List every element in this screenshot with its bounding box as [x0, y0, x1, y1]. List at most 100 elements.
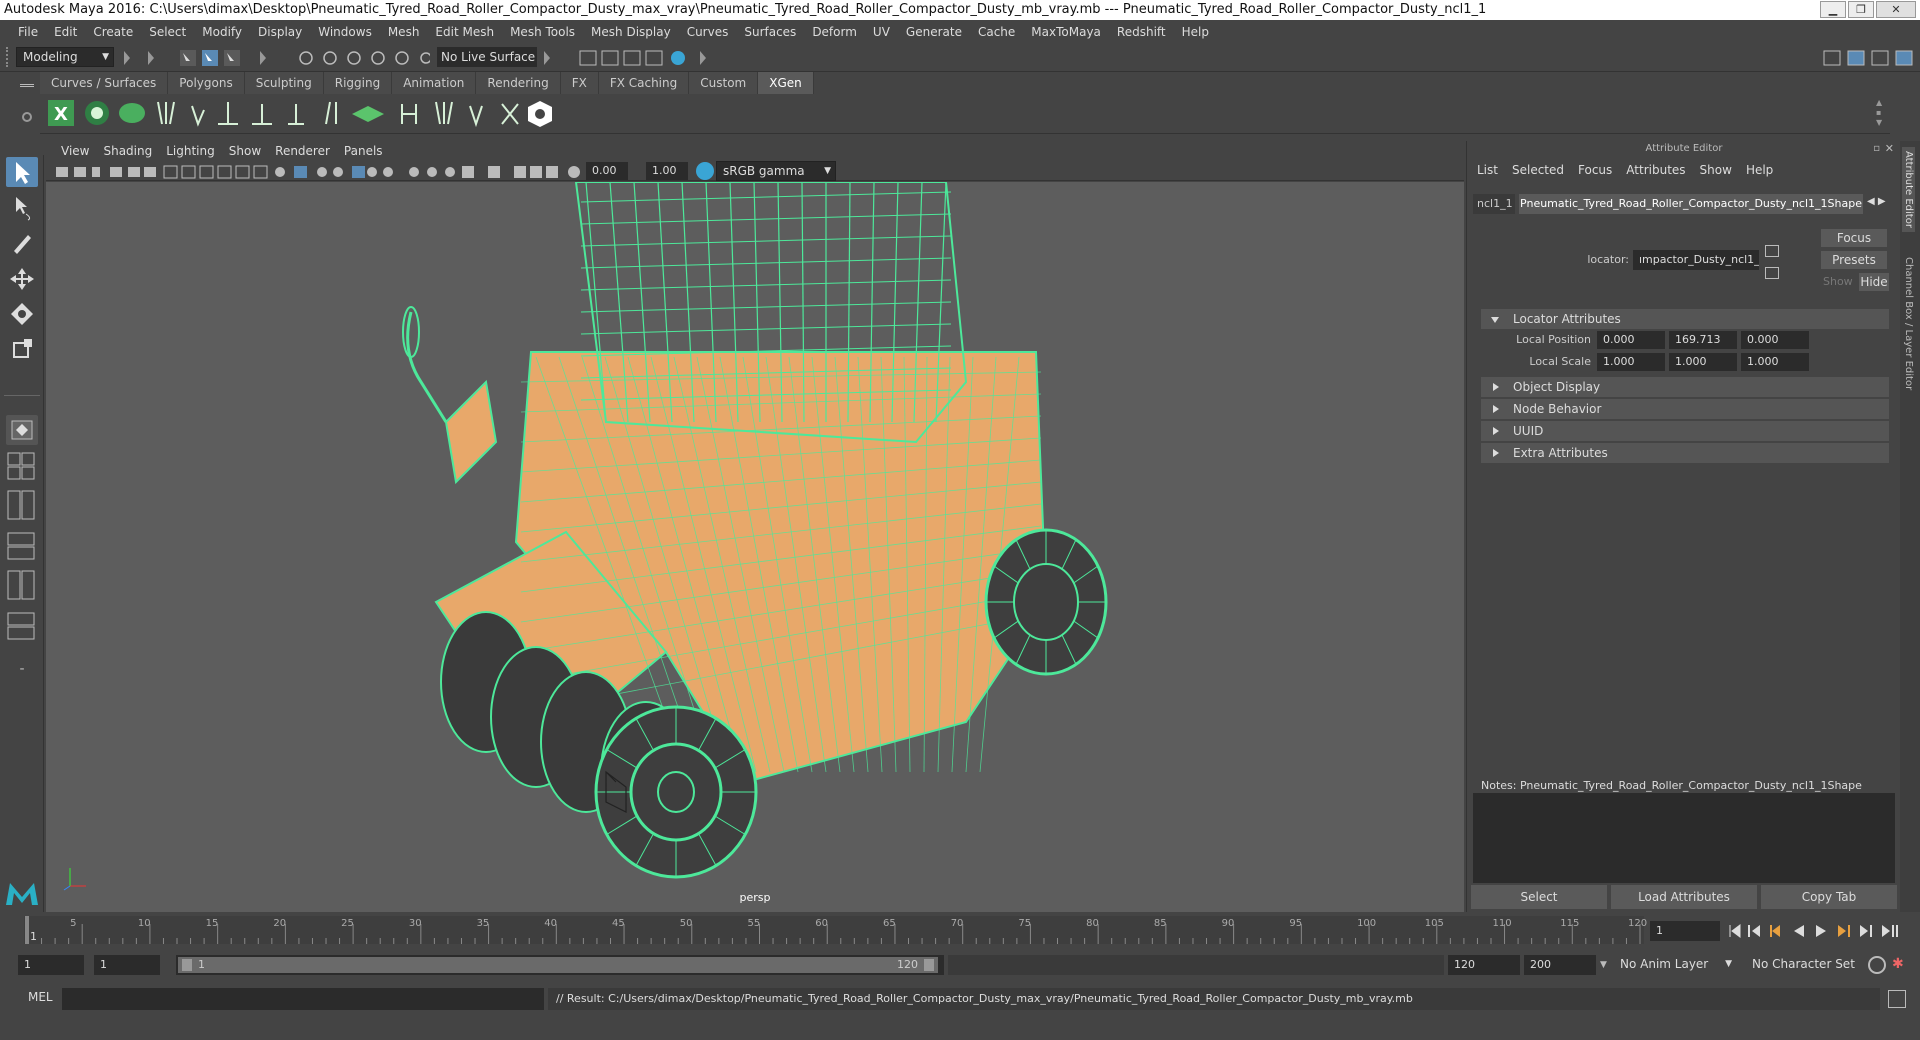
range-slider-handle[interactable]: 1 120 — [178, 957, 938, 973]
menu-mesh-display[interactable]: Mesh Display — [583, 25, 679, 39]
current-frame-field[interactable]: 1 — [1650, 921, 1720, 941]
ae-menu-focus[interactable]: Focus — [1574, 163, 1622, 177]
script-language-toggle[interactable]: MEL — [28, 990, 53, 1004]
local-position-z[interactable]: 0.000 — [1741, 331, 1809, 349]
hide-button[interactable]: Hide — [1859, 273, 1889, 291]
menu-icon[interactable] — [20, 84, 34, 87]
viewport-menu-panels[interactable]: Panels — [337, 141, 390, 161]
menu-select[interactable]: Select — [141, 25, 194, 39]
node-behavior-section[interactable]: Node Behavior — [1481, 399, 1889, 419]
time-slider[interactable]: 1 5 10 15 20 25 30 35 40 45 50 55 60 65 70 75 80 85 90 95 10… — [0, 912, 1920, 948]
copy-tab-button[interactable]: Copy Tab — [1761, 885, 1897, 909]
select-tool-icon[interactable] — [6, 157, 38, 187]
ae-menu-help[interactable]: Help — [1742, 163, 1783, 177]
shelf-tab-xgen[interactable]: XGen — [758, 72, 814, 94]
menu-mesh[interactable]: Mesh — [380, 25, 428, 39]
minimize-button[interactable]: ▁ — [1820, 1, 1846, 18]
menu-edit-mesh[interactable]: Edit Mesh — [427, 25, 502, 39]
viewport-menu-show[interactable]: Show — [222, 141, 268, 161]
range-end-grip[interactable] — [924, 959, 934, 971]
move-tool-icon[interactable] — [6, 264, 38, 294]
notes-textarea[interactable] — [1473, 793, 1895, 883]
extra-attributes-section[interactable]: Extra Attributes — [1481, 443, 1889, 463]
menu-redshift[interactable]: Redshift — [1109, 25, 1174, 39]
mode-dropdown[interactable]: Modeling ▼ — [16, 47, 114, 67]
shelf-scroll-icon[interactable]: ▲ ▪ ▼ — [1876, 98, 1884, 130]
local-scale-y[interactable]: 1.000 — [1669, 353, 1737, 371]
viewport-menu-renderer[interactable]: Renderer — [268, 141, 337, 161]
color-space-dropdown[interactable]: sRGB gamma ▼ — [716, 161, 836, 181]
viewport-menu-view[interactable]: View — [54, 141, 96, 161]
menu-mesh-tools[interactable]: Mesh Tools — [502, 25, 583, 39]
playback-start-field[interactable]: 1 — [94, 955, 160, 975]
menu-file[interactable]: File — [10, 25, 46, 39]
viewport-menu-lighting[interactable]: Lighting — [159, 141, 222, 161]
range-start-grip[interactable] — [182, 959, 192, 971]
menu-deform[interactable]: Deform — [804, 25, 865, 39]
exposure-field[interactable]: 0.00 — [586, 162, 628, 180]
menu-display[interactable]: Display — [250, 25, 310, 39]
shelf-tab-animation[interactable]: Animation — [392, 72, 477, 94]
color-management-icon[interactable] — [696, 162, 714, 180]
float-icon[interactable]: ▫ — [1873, 143, 1880, 154]
input-connection-icon[interactable] — [1765, 245, 1779, 257]
menu-uv[interactable]: UV — [865, 25, 898, 39]
perspective-viewport[interactable]: persp — [46, 182, 1464, 912]
end-time-field[interactable]: 200 — [1524, 955, 1596, 975]
workspace-icons[interactable] — [1820, 47, 1916, 69]
select-button[interactable]: Select — [1471, 885, 1607, 909]
paint-select-icon[interactable] — [6, 227, 38, 257]
menu-create[interactable]: Create — [85, 25, 141, 39]
shelf-tab-fx[interactable]: FX — [560, 72, 599, 94]
locator-name-field[interactable]: ımpactor_Dusty_ncl1_1Shape — [1633, 250, 1759, 270]
snap-toggle-icon[interactable] — [6, 415, 38, 445]
gear-icon[interactable] — [22, 112, 32, 122]
output-connection-icon[interactable] — [1765, 267, 1779, 279]
tab-arrows-icon[interactable]: ◀ ▶ — [1867, 196, 1886, 207]
shelf-tab-polygons[interactable]: Polygons — [168, 72, 245, 94]
scale-tool-icon[interactable] — [6, 335, 38, 365]
current-time-indicator[interactable] — [25, 916, 29, 944]
ae-menu-selected[interactable]: Selected — [1508, 163, 1574, 177]
ae-menu-attributes[interactable]: Attributes — [1622, 163, 1695, 177]
range-slider[interactable]: 1 120 — [176, 955, 944, 975]
character-set-dropdown[interactable]: No Character Set — [1746, 955, 1866, 975]
xgen-shelf-icons[interactable]: X — [40, 94, 580, 134]
road-roller-wireframe[interactable] — [46, 182, 1464, 912]
menu-modify[interactable]: Modify — [194, 25, 250, 39]
load-attributes-button[interactable]: Load Attributes — [1611, 885, 1757, 909]
channel-box-tab[interactable]: Channel Box / Layer Editor — [1902, 253, 1915, 394]
menu-help[interactable]: Help — [1174, 25, 1217, 39]
locator-attributes-section[interactable]: Locator Attributes — [1481, 309, 1889, 329]
anim-layer-dropdown[interactable]: No Anim Layer ▼ — [1614, 955, 1734, 975]
chevron-down-icon[interactable]: ▼ — [1600, 955, 1610, 975]
playback-controls[interactable] — [1726, 921, 1916, 941]
local-position-y[interactable]: 169.713 — [1669, 331, 1737, 349]
rotate-tool-icon[interactable] — [6, 299, 38, 329]
menu-curves[interactable]: Curves — [679, 25, 737, 39]
shelf-tab-custom[interactable]: Custom — [689, 72, 759, 94]
time-ruler[interactable]: 15 10 15 20 25 30 35 40 45 50 55 60 65 70 75 80 85 90 95 10… — [0, 912, 1920, 948]
ae-tab-shape[interactable]: Pneumatic_Tyred_Road_Roller_Compactor_Du… — [1519, 194, 1863, 214]
uuid-section[interactable]: UUID — [1481, 421, 1889, 441]
live-surface-field[interactable]: No Live Surface — [437, 47, 537, 67]
preferences-icon[interactable]: ✱ — [1892, 956, 1912, 974]
focus-button[interactable]: Focus — [1821, 229, 1887, 247]
layout-preset-icons[interactable]: - — [6, 451, 38, 821]
viewport-menu-shading[interactable]: Shading — [96, 141, 159, 161]
menu-maxtomaya[interactable]: MaxToMaya — [1023, 25, 1109, 39]
ae-menu-list[interactable]: List — [1473, 163, 1508, 177]
gamma-field[interactable]: 1.00 — [646, 162, 688, 180]
menu-generate[interactable]: Generate — [898, 25, 970, 39]
auto-key-icon[interactable] — [1868, 956, 1886, 974]
shelf-tab-fx-caching[interactable]: FX Caching — [598, 72, 690, 94]
command-input[interactable] — [62, 988, 544, 1010]
local-position-x[interactable]: 0.000 — [1597, 331, 1665, 349]
start-time-field[interactable]: 1 — [18, 955, 84, 975]
ae-tab-transform[interactable]: ncl1_1 — [1473, 194, 1515, 214]
status-icons[interactable] — [120, 47, 430, 69]
local-scale-z[interactable]: 1.000 — [1741, 353, 1809, 371]
shelf-tab-rigging[interactable]: Rigging — [323, 72, 393, 94]
menu-windows[interactable]: Windows — [310, 25, 380, 39]
ae-menu-show[interactable]: Show — [1696, 163, 1742, 177]
